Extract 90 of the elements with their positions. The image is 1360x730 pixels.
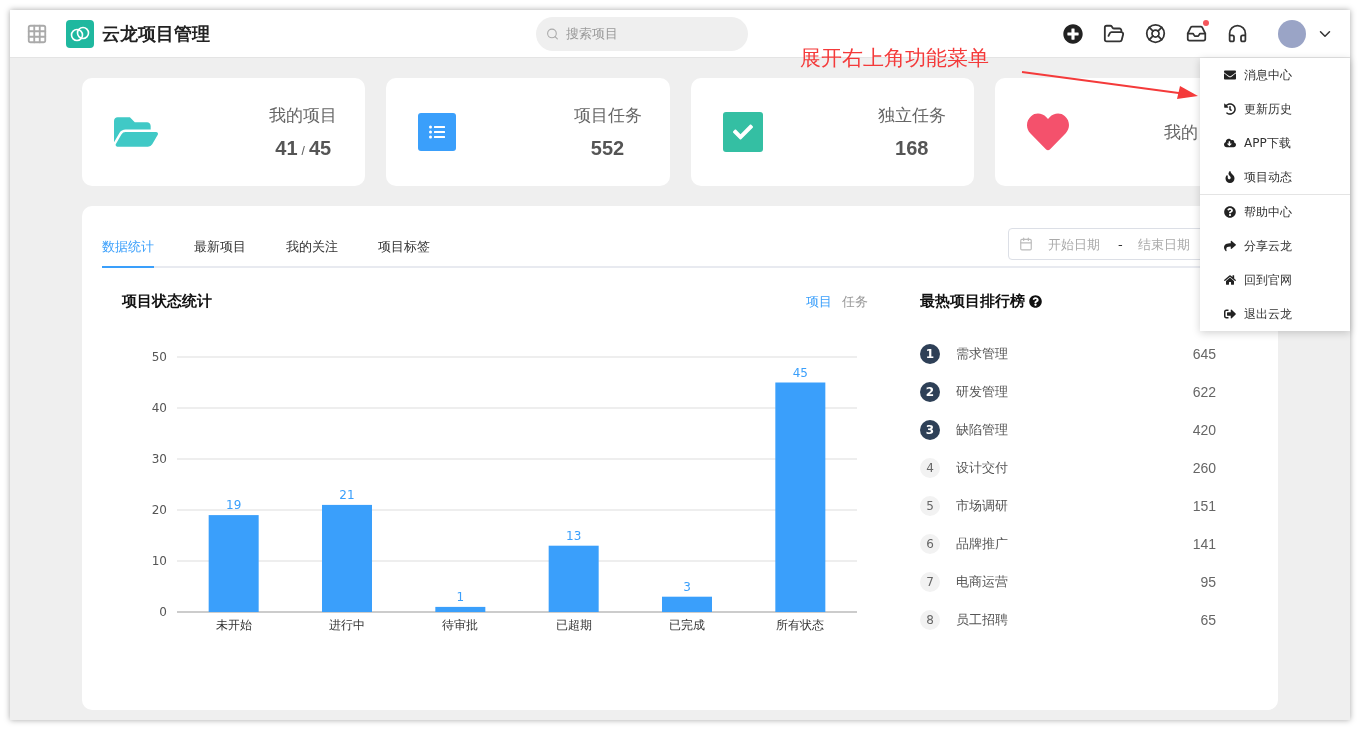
bar: [435, 606, 486, 612]
axis-tick-label: 0: [159, 605, 167, 619]
stat-label: 项目任务: [573, 104, 642, 127]
project-name: 设计交付: [956, 459, 1008, 477]
bar-value-label: 21: [339, 487, 355, 502]
axis-tick-label: 40: [151, 401, 167, 415]
home-icon: [1224, 274, 1236, 286]
stat-value: 41 / 45: [275, 137, 332, 160]
search-icon: [546, 26, 559, 41]
project-name: 需求管理: [956, 345, 1008, 363]
project-count: 645: [1192, 346, 1216, 362]
lifebuoy-button[interactable]: [1145, 23, 1166, 44]
search-field[interactable]: 搜索项目: [536, 16, 748, 51]
stat-value: 168: [895, 137, 929, 160]
menu-item[interactable]: 退出云龙: [1200, 297, 1350, 331]
flame-icon: [1224, 171, 1236, 183]
menu-item[interactable]: 更新历史: [1200, 92, 1350, 126]
project-count: 260: [1192, 460, 1216, 476]
cloud-logo-icon: [66, 19, 94, 48]
project-name: 电商运营: [956, 573, 1008, 591]
date-separator: -: [1118, 236, 1123, 252]
axis-tick-label: 50: [151, 350, 167, 364]
menu-item[interactable]: 帮助中心: [1200, 195, 1350, 229]
axis-tick-label: 30: [151, 452, 167, 466]
rank-number: 2: [920, 382, 940, 402]
rank-number: 6: [920, 534, 940, 554]
category-label: 待审批: [442, 618, 479, 632]
bar-value-label: 19: [226, 498, 242, 513]
heart-icon: [1026, 111, 1069, 153]
bar-value-label: 45: [792, 365, 808, 380]
bar-value-label: 3: [683, 579, 691, 594]
ranking-title: 最热项目排行榜: [920, 292, 1025, 311]
list-icon: [418, 113, 457, 151]
category-label: 已完成: [669, 618, 705, 632]
project-count: 65: [1200, 612, 1216, 628]
help-icon: [1224, 206, 1236, 218]
headset-button[interactable]: [1227, 23, 1248, 44]
menu-item[interactable]: 回到官网: [1200, 263, 1350, 297]
rank-number: 5: [920, 496, 940, 516]
envelope-icon: [1224, 69, 1236, 81]
rank-number: 7: [920, 572, 940, 592]
history-icon: [1224, 103, 1236, 115]
add-button[interactable]: [1063, 23, 1083, 44]
annotation-text: 展开右上角功能菜单: [800, 45, 989, 72]
logout-icon: [1224, 308, 1236, 320]
search-input[interactable]: 搜索项目: [564, 25, 738, 42]
help-icon[interactable]: [1029, 295, 1042, 308]
inbox-button[interactable]: [1186, 23, 1207, 44]
tab[interactable]: 我的关注: [286, 238, 338, 268]
tab[interactable]: 最新项目: [194, 238, 246, 268]
category-label: 进行中: [329, 618, 365, 632]
category-label: 未开始: [215, 618, 252, 632]
cloud-download-icon: [1224, 137, 1236, 149]
project-name: 缺陷管理: [956, 421, 1008, 439]
project-count: 95: [1200, 574, 1216, 590]
project-name: 研发管理: [956, 383, 1008, 401]
project-count: 151: [1192, 498, 1216, 514]
category-label: 所有状态: [776, 618, 825, 632]
rank-number: 4: [920, 458, 940, 478]
rank-number: 3: [920, 420, 940, 440]
calendar-icon: [1019, 237, 1033, 251]
project-name: 品牌推广: [956, 535, 1008, 553]
bar-value-label: 13: [566, 528, 582, 543]
category-label: 已超期: [555, 618, 592, 632]
project-count: 420: [1192, 422, 1216, 438]
axis-tick-label: 10: [151, 554, 167, 568]
bar-value-label: 1: [456, 589, 465, 604]
stat-label: 我的: [1164, 120, 1198, 144]
stat-label: 独立任务: [877, 104, 946, 127]
menu-item[interactable]: 消息中心: [1200, 58, 1350, 92]
project-count: 622: [1192, 384, 1216, 400]
axis-tick-label: 20: [151, 503, 167, 517]
rank-number: 8: [920, 610, 940, 630]
folder-button[interactable]: [1103, 22, 1125, 45]
tab[interactable]: 项目标签: [378, 238, 430, 268]
app-name: 云龙项目管理: [102, 21, 210, 46]
menu-item[interactable]: 分享云龙: [1200, 229, 1350, 263]
menu-item[interactable]: APP下载: [1200, 126, 1350, 160]
bar: [548, 545, 599, 612]
stat-label: 我的项目: [269, 104, 338, 127]
chart-title: 项目状态统计: [122, 292, 212, 311]
project-count: 141: [1192, 536, 1216, 552]
clipboard-check-icon: [722, 112, 763, 152]
rank-number: 1: [920, 344, 940, 364]
project-name: 员工招聘: [956, 611, 1008, 629]
menu-item[interactable]: 项目动态: [1200, 160, 1350, 194]
project-name: 市场调研: [956, 497, 1008, 515]
stat-value: 552: [590, 137, 625, 160]
share-icon: [1224, 240, 1236, 252]
bar: [662, 596, 712, 612]
